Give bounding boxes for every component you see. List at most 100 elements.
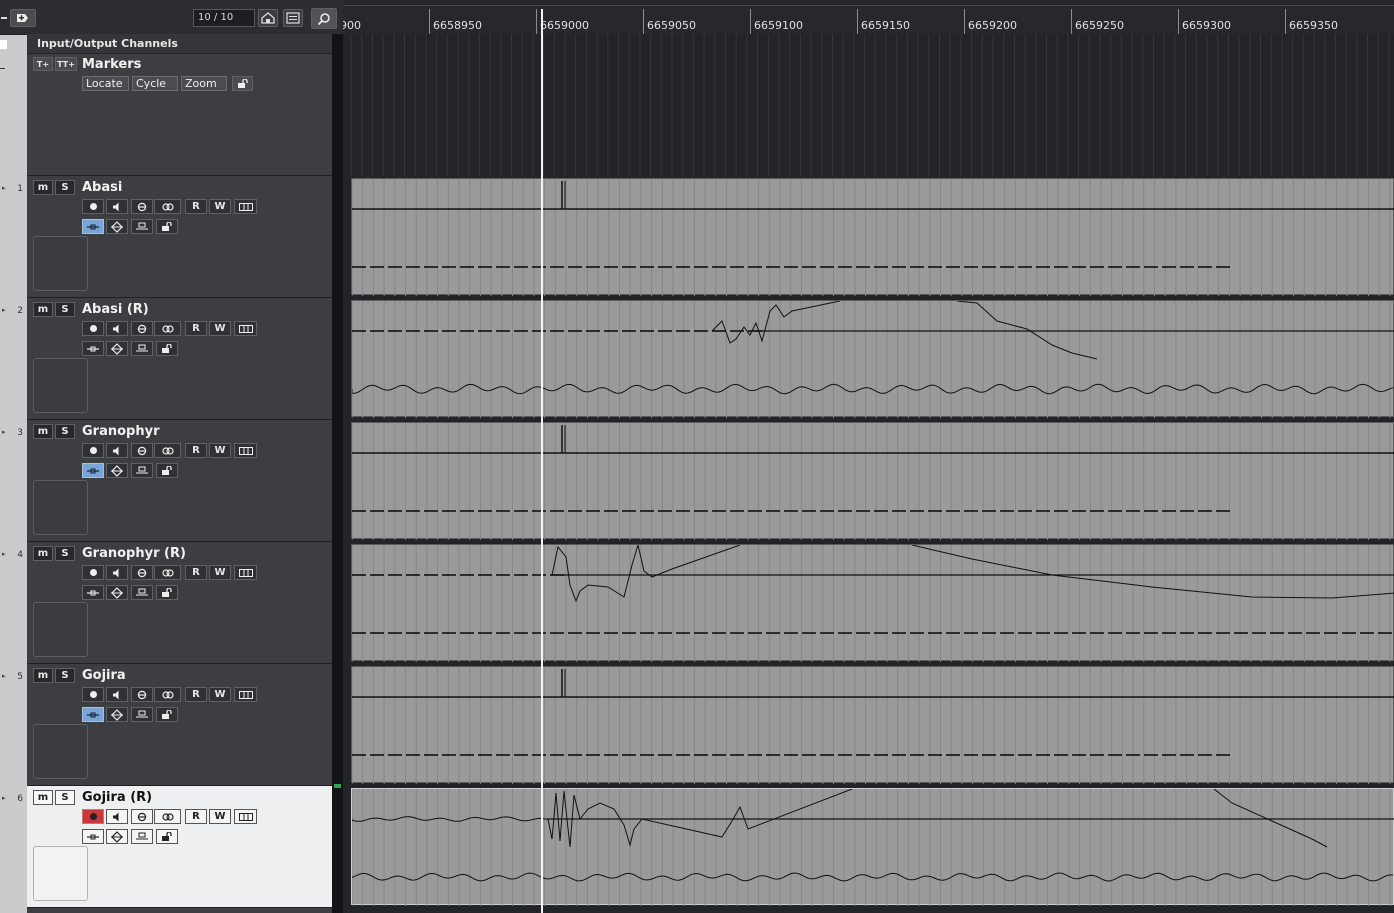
link-button[interactable]	[154, 443, 181, 458]
project-window-arrangement[interactable]: 900 6658950 6659000 6659050 6659100 6659150 66…	[343, 0, 1394, 913]
read-automation-button[interactable]: R	[185, 565, 207, 580]
timebase-button[interactable]	[106, 463, 128, 478]
track-expand-icon[interactable]: ▸	[2, 184, 6, 192]
project-cursor[interactable]	[541, 9, 543, 913]
write-automation-button[interactable]: W	[209, 687, 231, 702]
monitor-button[interactable]	[106, 809, 128, 824]
track-header[interactable]: 2 m S Abasi (R) R W	[17, 298, 332, 420]
track-lock-button[interactable]	[156, 219, 178, 234]
timebase-button[interactable]	[106, 829, 128, 844]
link-button[interactable]	[154, 565, 181, 580]
marker-lock-button[interactable]	[232, 76, 253, 91]
monitor-button[interactable]	[106, 321, 128, 336]
channel-settings-button[interactable]	[234, 809, 257, 824]
track-lock-button[interactable]	[156, 463, 178, 478]
track-expand-icon[interactable]: ▸	[2, 672, 6, 680]
record-enable-button[interactable]	[82, 321, 104, 336]
channel-settings-button[interactable]	[234, 321, 257, 336]
channel-settings-button[interactable]	[234, 565, 257, 580]
add-marker-button[interactable]: T+	[33, 57, 53, 71]
lane-mode-button[interactable]	[82, 707, 104, 722]
track-header[interactable]: 1 m S Abasi R W	[17, 176, 332, 298]
edit-channel-button[interactable]	[131, 199, 153, 214]
track-picture-slot[interactable]	[33, 724, 88, 779]
search-button[interactable]	[311, 8, 337, 29]
edit-channel-button[interactable]	[131, 321, 153, 336]
track-list-menu-button[interactable]	[283, 9, 303, 27]
track-expand-icon[interactable]: ▸	[2, 794, 6, 802]
solo-button[interactable]: S	[55, 790, 75, 805]
track-picture-slot[interactable]	[33, 602, 88, 657]
link-button[interactable]	[154, 199, 181, 214]
timeline-ruler[interactable]: 900 6658950 6659000 6659050 6659100 6659150 66…	[343, 0, 1394, 34]
mute-button[interactable]: m	[33, 790, 53, 805]
channel-settings-button[interactable]	[234, 199, 257, 214]
read-automation-button[interactable]: R	[185, 809, 207, 824]
mute-button[interactable]: m	[33, 424, 53, 439]
write-automation-button[interactable]: W	[209, 443, 231, 458]
automation-lane[interactable]	[351, 300, 1394, 418]
mute-button[interactable]: m	[33, 180, 53, 195]
lane-mode-button[interactable]	[82, 219, 104, 234]
write-automation-button[interactable]: W	[209, 199, 231, 214]
marker-lane[interactable]	[343, 34, 1394, 176]
timebase-button[interactable]	[106, 219, 128, 234]
track-preset-button[interactable]	[258, 9, 278, 27]
track-lock-button[interactable]	[156, 707, 178, 722]
automation-lane[interactable]	[351, 544, 1394, 662]
io-channels-row[interactable]: Input/Output Channels	[27, 34, 332, 54]
edit-channel-button[interactable]	[131, 443, 153, 458]
automation-lane[interactable]	[351, 178, 1394, 296]
lane-mode-button[interactable]	[82, 829, 104, 844]
collapse-icon[interactable]	[0, 9, 10, 27]
marker-locate-button[interactable]: Locate	[82, 76, 129, 91]
record-enable-button[interactable]	[82, 687, 104, 702]
track-lock-button[interactable]	[156, 585, 178, 600]
lane-display-button[interactable]	[131, 829, 153, 844]
markers-expand-icon[interactable]	[0, 68, 5, 69]
lane-display-button[interactable]	[131, 341, 153, 356]
channel-settings-button[interactable]	[234, 687, 257, 702]
record-enable-button[interactable]	[82, 809, 104, 824]
lane-display-button[interactable]	[131, 219, 153, 234]
automation-lane[interactable]	[351, 666, 1394, 784]
track-header[interactable]: 3 m S Granophyr R W	[17, 420, 332, 542]
track-lock-button[interactable]	[156, 829, 178, 844]
track-list-scrollbar[interactable]	[332, 34, 343, 913]
mute-button[interactable]: m	[33, 546, 53, 561]
record-enable-button[interactable]	[82, 443, 104, 458]
lane-display-button[interactable]	[131, 707, 153, 722]
lane-display-button[interactable]	[131, 585, 153, 600]
edit-channel-button[interactable]	[131, 565, 153, 580]
write-automation-button[interactable]: W	[209, 321, 231, 336]
monitor-button[interactable]	[106, 443, 128, 458]
edit-channel-button[interactable]	[131, 687, 153, 702]
solo-button[interactable]: S	[55, 424, 75, 439]
lane-display-button[interactable]	[131, 463, 153, 478]
solo-button[interactable]: S	[55, 302, 75, 317]
link-button[interactable]	[154, 321, 181, 336]
track-header[interactable]: 5 m S Gojira R W	[17, 664, 332, 786]
track-list-scroll-thumb[interactable]	[334, 784, 341, 788]
read-automation-button[interactable]: R	[185, 687, 207, 702]
record-enable-button[interactable]	[82, 199, 104, 214]
mute-button[interactable]: m	[33, 668, 53, 683]
read-automation-button[interactable]: R	[185, 199, 207, 214]
lane-mode-button[interactable]	[82, 585, 104, 600]
track-picture-slot[interactable]	[33, 358, 88, 413]
monitor-button[interactable]	[106, 687, 128, 702]
solo-button[interactable]: S	[55, 180, 75, 195]
timebase-button[interactable]	[106, 585, 128, 600]
automation-lane[interactable]	[351, 422, 1394, 540]
solo-button[interactable]: S	[55, 668, 75, 683]
track-picture-slot[interactable]	[33, 236, 88, 291]
mute-button[interactable]: m	[33, 302, 53, 317]
marker-zoom-button[interactable]: Zoom	[181, 76, 227, 91]
lane-mode-button[interactable]	[82, 341, 104, 356]
write-automation-button[interactable]: W	[209, 809, 231, 824]
solo-button[interactable]: S	[55, 546, 75, 561]
monitor-button[interactable]	[106, 199, 128, 214]
record-enable-button[interactable]	[82, 565, 104, 580]
track-expand-icon[interactable]: ▸	[2, 306, 6, 314]
track-lock-button[interactable]	[156, 341, 178, 356]
